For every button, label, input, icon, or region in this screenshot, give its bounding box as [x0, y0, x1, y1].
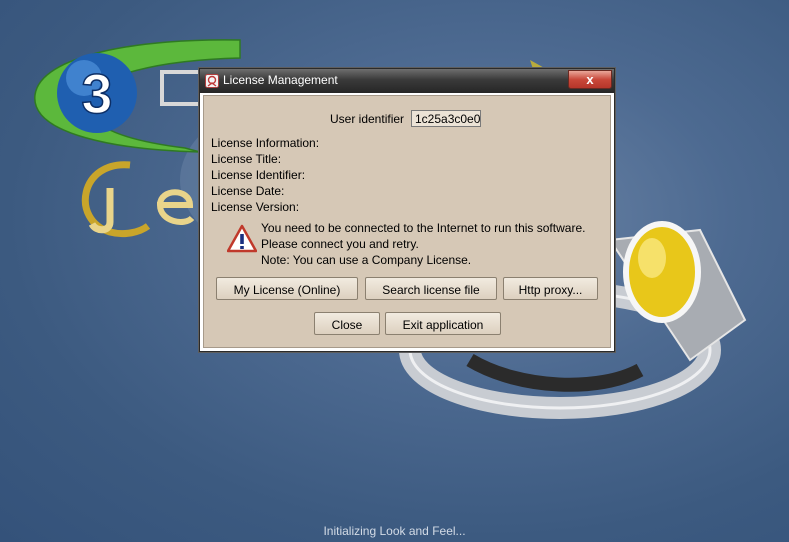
warning-line-2: Please connect you and retry.: [261, 237, 419, 251]
my-license-online-button[interactable]: My License (Online): [216, 277, 358, 300]
splash-status-text: Initializing Look and Feel...: [323, 524, 466, 538]
warning-icon: [227, 224, 257, 253]
ring-gem: [623, 221, 701, 323]
close-icon: x: [586, 72, 594, 87]
user-identifier-label: User identifier: [330, 112, 405, 126]
user-identifier-field[interactable]: 1c25a3c0e0: [411, 110, 481, 127]
license-information-label: License Information:: [211, 136, 320, 150]
dialog-titlebar[interactable]: License Management x: [200, 69, 614, 93]
logo-letter-fragment: [160, 70, 202, 106]
warning-line-3: Note: You can use a Company License.: [261, 253, 472, 267]
license-date-label: License Date:: [211, 184, 285, 198]
logo-numeral: 3: [81, 62, 112, 125]
license-title-label: License Title:: [211, 152, 282, 166]
http-proxy-button[interactable]: Http proxy...: [503, 277, 598, 300]
license-app-icon: [205, 74, 219, 88]
license-identifier-label: License Identifier:: [211, 168, 306, 182]
dialog-title: License Management: [223, 73, 338, 87]
window-close-button[interactable]: x: [568, 70, 612, 89]
dialog-body: User identifier 1c25a3c0e0 License Infor…: [203, 95, 611, 348]
close-button[interactable]: Close: [314, 312, 380, 335]
license-version-label: License Version:: [211, 200, 300, 214]
exit-application-button[interactable]: Exit application: [385, 312, 501, 335]
warning-line-1: You need to be connected to the Internet…: [261, 221, 586, 235]
search-license-file-button[interactable]: Search license file: [365, 277, 497, 300]
license-management-dialog: License Management x User identifier 1c2…: [199, 68, 615, 352]
